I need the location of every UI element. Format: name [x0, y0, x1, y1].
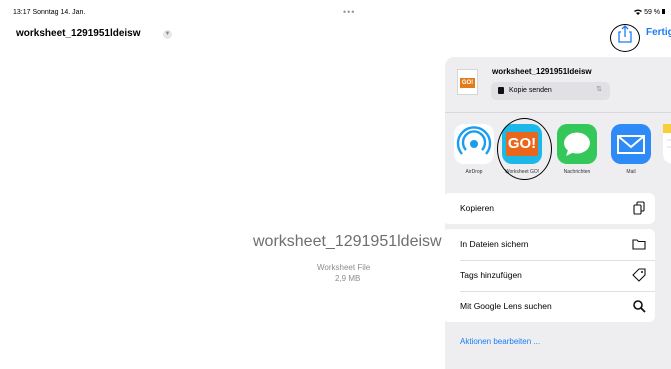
chevron-updown-icon: ⇅ [596, 86, 602, 93]
document-title[interactable]: worksheet_1291951ldeisw [16, 28, 141, 39]
done-button[interactable]: Fertig [646, 27, 671, 38]
multitasking-dots[interactable]: ••• [343, 7, 355, 17]
send-option-select[interactable]: Kopie senden ⇅ [491, 82, 610, 100]
file-thumbnail: GO! [457, 69, 478, 95]
share-file-title: worksheet_1291951ldeisw [492, 67, 592, 76]
airdrop-icon [456, 126, 492, 155]
status-bar: 13:17 Sonntag 14. Jan. ••• 59 % [0, 0, 671, 17]
highlight-circle-worksheet-go [497, 118, 552, 180]
share-sheet: GO! worksheet_1291951ldeisw Kopie senden… [445, 57, 671, 369]
action-save-label: In Dateien sichern [460, 239, 529, 249]
preview-filename: worksheet_1291951ldeisw [253, 233, 442, 250]
action-copy[interactable]: Kopieren [445, 193, 655, 224]
action-lens-label: Mit Google Lens suchen [460, 301, 552, 311]
title-bar: worksheet_1291951ldeisw ▼ [0, 22, 671, 46]
app-mail[interactable] [611, 124, 651, 164]
worksheet-go-logo: GO! [460, 78, 475, 88]
divider [445, 112, 671, 113]
actions-group-copy: Kopieren [445, 193, 655, 224]
copy-icon [633, 201, 645, 215]
preview-file-size: 2,9 MB [335, 274, 361, 283]
search-icon [633, 300, 646, 313]
mail-icon [617, 135, 645, 154]
preview-file-kind: Worksheet File [317, 263, 371, 272]
messages-icon [564, 132, 590, 156]
action-save-to-files[interactable]: In Dateien sichern [445, 229, 655, 260]
battery-icon [662, 9, 665, 14]
app-label-messages: Nachrichten [563, 169, 591, 175]
status-battery: 59 % [634, 9, 665, 16]
app-messages[interactable] [557, 124, 597, 164]
app-airdrop[interactable] [454, 124, 494, 164]
action-google-lens[interactable]: Mit Google Lens suchen [445, 291, 655, 322]
app-label-airdrop: AirDrop [465, 169, 483, 175]
action-tags-label: Tags hinzufügen [460, 270, 522, 280]
action-add-tags[interactable]: Tags hinzufügen [445, 260, 655, 291]
folder-icon [632, 239, 646, 250]
app-label-mail: Mail [626, 169, 636, 175]
wifi-icon [634, 9, 643, 15]
highlight-circle-share [610, 24, 640, 52]
send-option-label: Kopie senden [509, 87, 552, 94]
notes-icon [663, 124, 671, 148]
chevron-down-icon[interactable]: ▼ [163, 30, 172, 39]
tag-icon [632, 268, 646, 282]
app-notes[interactable] [663, 124, 671, 164]
edit-actions-link[interactable]: Aktionen bearbeiten ... [460, 337, 540, 346]
document-icon [498, 87, 504, 94]
action-copy-label: Kopieren [460, 203, 495, 213]
status-time: 13:17 Sonntag 14. Jan. [13, 9, 86, 16]
actions-group-main: In Dateien sichern Tags hinzufügen Mit G… [445, 229, 655, 322]
battery-percent: 59 % [644, 9, 661, 16]
